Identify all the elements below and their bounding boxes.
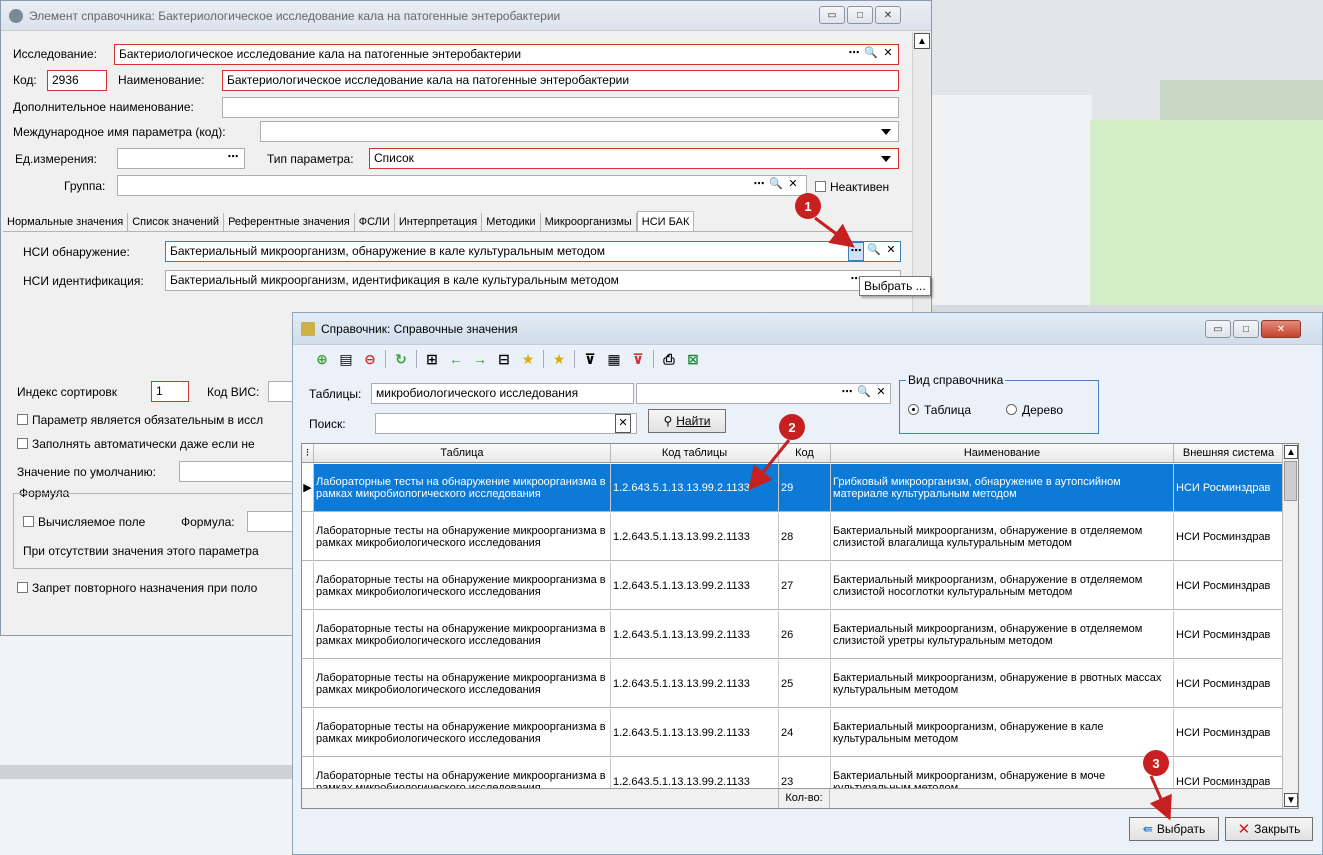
arrow-2	[748, 439, 791, 491]
annotation-arrows	[748, 216, 1172, 821]
arrow-3	[1149, 775, 1172, 821]
arrow-1	[814, 216, 855, 248]
